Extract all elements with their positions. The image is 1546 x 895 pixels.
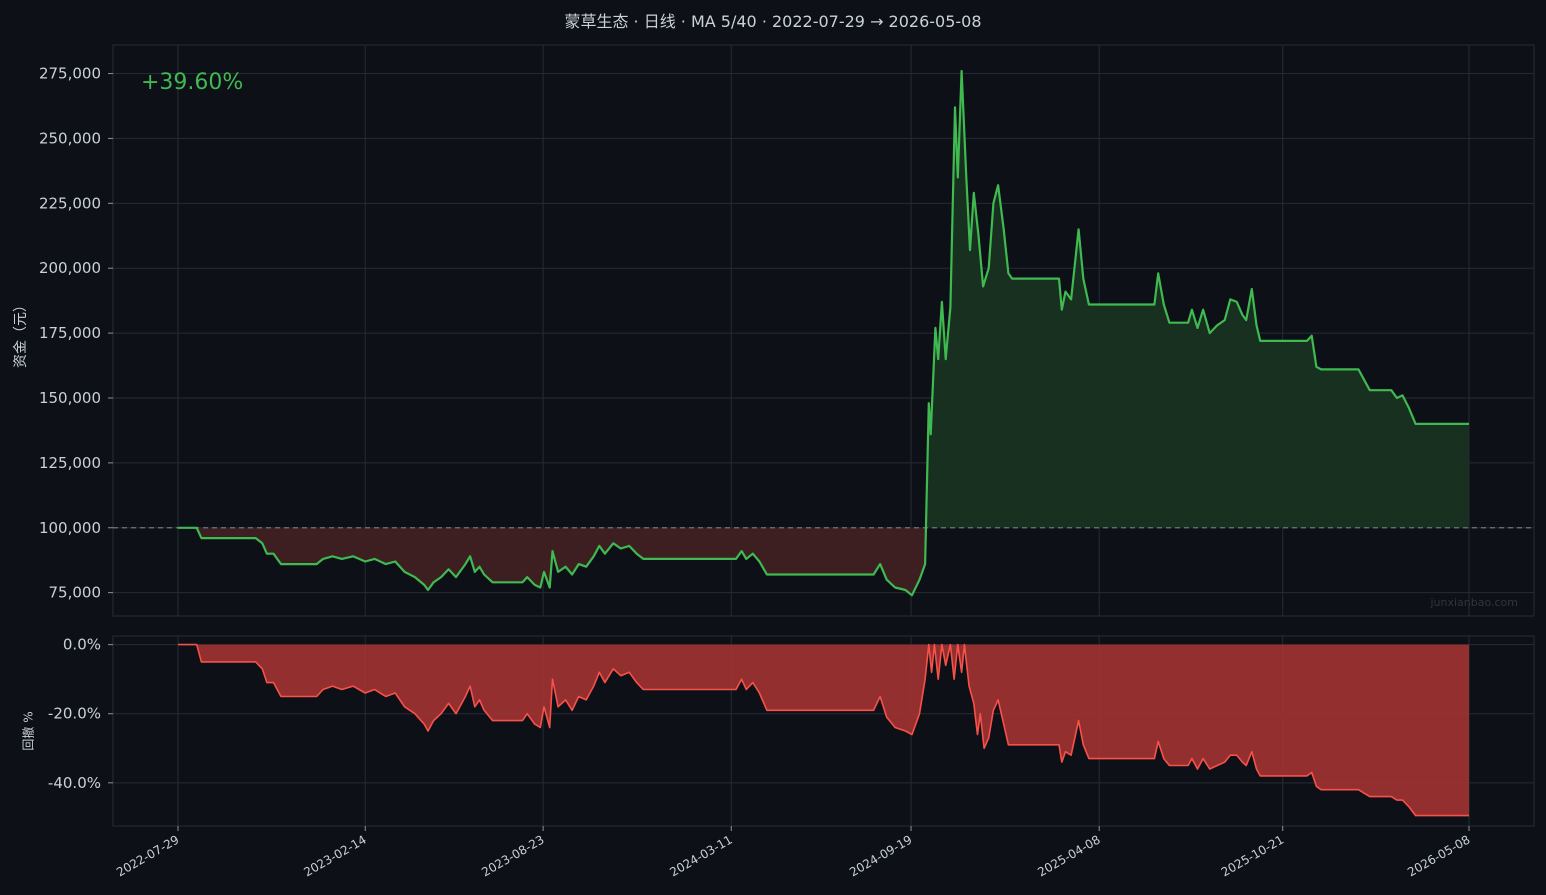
watermark: junxianbao.com <box>1430 596 1518 609</box>
x-tick-label: 2026-05-08 <box>1405 832 1472 879</box>
x-tick-label: 2023-02-14 <box>301 832 368 879</box>
y-tick-label: 0.0% <box>63 636 101 654</box>
equity-y-axis-label: 资金（元） <box>13 298 29 368</box>
y-tick-label: 100,000 <box>39 519 101 537</box>
y-tick-label: 225,000 <box>39 194 101 212</box>
y-tick-label: 250,000 <box>39 129 101 147</box>
drawdown-y-axis-label: 回撤 % <box>21 711 36 751</box>
chart-canvas: 75,000 100,000 125,000 150,000 175,000 200,00… <box>39 44 1535 879</box>
y-tick-label: 175,000 <box>39 324 101 342</box>
chart-title: 蒙草生态 · 日线 · MA 5/40 · 2022-07-29 → 2026-… <box>564 12 982 31</box>
total-return-label: +39.60% <box>141 70 244 95</box>
x-tick-label: 2023-08-23 <box>479 832 546 879</box>
x-tick-label: 2024-03-11 <box>667 832 734 879</box>
y-tick-label: 125,000 <box>39 454 101 472</box>
x-tick-label: 2024-09-19 <box>847 832 914 879</box>
y-tick-label: 75,000 <box>49 584 102 602</box>
y-tick-label: -20.0% <box>48 705 101 723</box>
y-tick-label: -40.0% <box>48 774 101 792</box>
y-tick-label: 275,000 <box>39 65 101 83</box>
x-tick-label: 2025-10-21 <box>1219 832 1286 879</box>
x-tick-label: 2025-04-08 <box>1035 832 1102 879</box>
x-tick-label: 2022-07-29 <box>114 832 181 879</box>
y-tick-label: 200,000 <box>39 259 101 277</box>
y-tick-label: 150,000 <box>39 389 101 407</box>
